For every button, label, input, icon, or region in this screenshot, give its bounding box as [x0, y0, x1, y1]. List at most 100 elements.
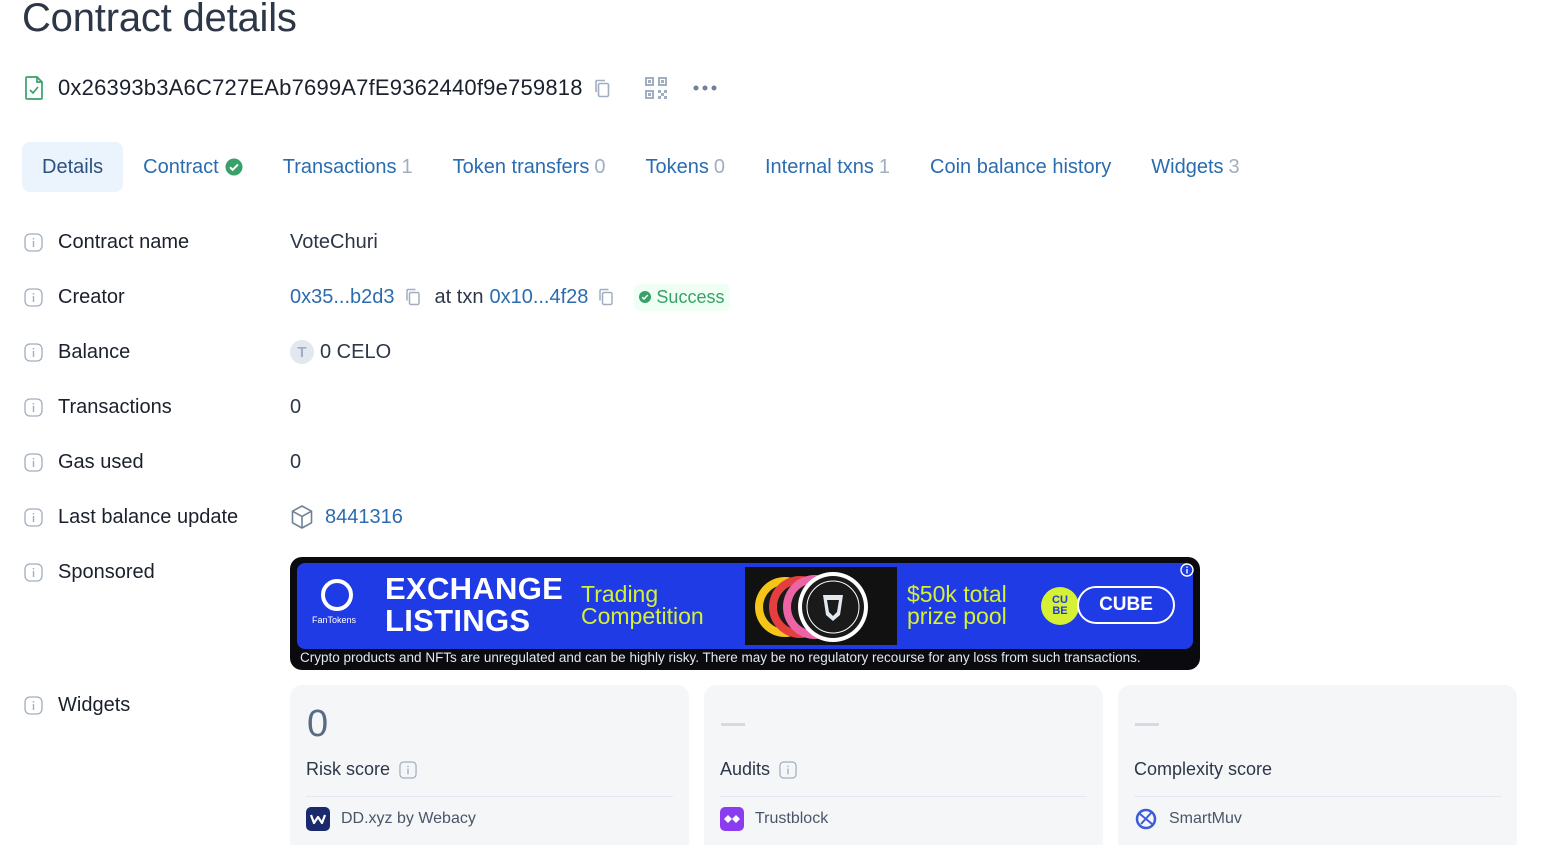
tab-details[interactable]: Details: [22, 142, 124, 192]
tab-count: 0: [713, 155, 725, 178]
creator-value: 0x35...b2d3 at txn 0x10...4f28 Success: [290, 283, 731, 311]
info-icon[interactable]: [24, 397, 43, 417]
tab-transactions[interactable]: Transactions 1: [263, 142, 433, 192]
tab-label: Details: [42, 155, 104, 178]
row-balance: Balance T 0 CELO: [24, 330, 1524, 374]
widget-provider[interactable]: DD.xyz by Webacy: [306, 807, 476, 831]
copy-address-icon[interactable]: [593, 78, 611, 98]
creator-txn-link[interactable]: 0x10...4f28: [489, 286, 588, 309]
empty-value-dash: [1135, 723, 1159, 726]
row-contract-name: Contract name VoteChuri: [24, 220, 1524, 264]
banner-headline: EXCHANGE LISTINGS: [385, 573, 563, 637]
tab-count: 1: [401, 155, 413, 178]
tab-count: 0: [594, 155, 606, 178]
last-balance-update-value: 8441316: [290, 504, 403, 530]
row-label: Transactions: [58, 395, 172, 418]
info-icon[interactable]: [24, 232, 43, 252]
info-icon[interactable]: [399, 760, 417, 779]
info-icon[interactable]: [24, 507, 43, 527]
qr-code-icon[interactable]: [643, 75, 669, 101]
row-label: Sponsored: [58, 560, 155, 583]
row-creator: Creator 0x35...b2d3 at txn 0x10...4f28 S…: [24, 275, 1524, 319]
ad-info-icon[interactable]: [1180, 563, 1194, 577]
empty-value-dash: [721, 723, 745, 726]
success-check-icon: [639, 291, 652, 303]
widget-name: Complexity score: [1134, 759, 1272, 780]
tab-label: Transactions: [282, 155, 397, 178]
divider: [306, 796, 673, 797]
row-gas-used: Gas used 0: [24, 440, 1524, 484]
tab-label: Tokens: [645, 155, 709, 178]
block-cube-icon: [291, 505, 313, 529]
tabs-bar: Details Contract Transactions 1 Token tra…: [22, 142, 1260, 192]
gas-used-value: 0: [290, 450, 302, 473]
token-placeholder-icon: T: [290, 340, 314, 364]
tab-label: Coin balance history: [930, 155, 1112, 178]
widget-name-text: Complexity score: [1134, 759, 1273, 779]
widget-name: Risk score: [306, 759, 417, 780]
logo-ring: [321, 579, 353, 611]
provider-name: SmartMuv: [1169, 810, 1242, 827]
headline-line: LISTINGS: [385, 603, 531, 638]
status-text: Success: [656, 286, 725, 307]
balance-value: T 0 CELO: [290, 340, 391, 364]
info-icon[interactable]: [24, 342, 43, 362]
info-icon[interactable]: [24, 695, 43, 715]
widget-card-audits[interactable]: Audits Trustblock: [704, 685, 1103, 845]
tab-tokens[interactable]: Tokens 0: [625, 142, 745, 192]
widget-name-text: Risk score: [306, 759, 391, 779]
row-label: Last balance update: [58, 505, 239, 528]
subheadline-line: Trading: [581, 581, 659, 607]
provider-name: Trustblock: [755, 810, 829, 827]
copy-icon[interactable]: [598, 288, 614, 306]
copy-icon[interactable]: [405, 288, 421, 306]
widget-value: 0: [307, 703, 329, 745]
headline-line: EXCHANGE: [385, 571, 564, 606]
prize-line: $50k total: [907, 581, 1007, 607]
info-icon[interactable]: [24, 287, 43, 307]
tab-internal-txns[interactable]: Internal txns 1: [745, 142, 910, 192]
cube-logo: CU BE: [1041, 587, 1079, 625]
tab-count: 1: [878, 155, 891, 178]
tab-widgets[interactable]: Widgets 3: [1131, 142, 1259, 192]
fan-token-coins-image: [745, 567, 897, 645]
contract-verified-icon: [25, 76, 43, 100]
contract-name-value: VoteChuri: [290, 230, 378, 253]
banner-ad-area: FanTokens EXCHANGE LISTINGS Trading Comp…: [297, 563, 1193, 649]
more-options-icon[interactable]: [691, 78, 719, 98]
widget-provider[interactable]: SmartMuv: [1134, 807, 1242, 831]
verified-check-icon: [225, 158, 243, 176]
webacy-logo-icon: [306, 807, 330, 831]
widget-name: Audits: [720, 759, 797, 780]
row-label: Widgets: [58, 693, 131, 716]
divider: [720, 796, 1087, 797]
row-label: Balance: [58, 340, 131, 363]
row-transactions: Transactions 0: [24, 385, 1524, 429]
tab-token-transfers[interactable]: Token transfers 0: [433, 142, 626, 192]
widget-name-text: Audits: [720, 759, 771, 779]
brand-text: FanTokens: [311, 615, 357, 625]
row-label: Gas used: [58, 450, 144, 473]
tab-coin-balance-history[interactable]: Coin balance history: [910, 142, 1131, 192]
row-label: Contract name: [58, 230, 190, 253]
cube-logo-line: BE: [1052, 605, 1068, 617]
widget-provider[interactable]: Trustblock: [720, 807, 828, 831]
cube-button[interactable]: CUBE: [1077, 586, 1175, 624]
info-icon[interactable]: [24, 562, 43, 582]
widget-card-complexity-score[interactable]: Complexity score SmartMuv: [1118, 685, 1517, 845]
smartmuv-logo-icon: [1134, 807, 1158, 831]
prize-line: prize pool: [907, 603, 1007, 629]
fantokens-logo: FanTokens: [312, 579, 359, 633]
creator-address-link[interactable]: 0x35...b2d3: [290, 286, 395, 309]
info-icon[interactable]: [779, 760, 797, 779]
tab-contract[interactable]: Contract: [123, 142, 263, 192]
widget-card-risk-score[interactable]: 0 Risk score DD.xyz by Webacy: [290, 685, 689, 845]
at-txn-text: at txn: [434, 285, 484, 308]
block-number-link[interactable]: 8441316: [325, 506, 403, 529]
sponsored-banner[interactable]: FanTokens EXCHANGE LISTINGS Trading Comp…: [290, 557, 1200, 670]
tab-label: Internal txns: [764, 155, 874, 178]
balance-amount: 0 CELO: [320, 340, 392, 363]
transactions-value: 0: [290, 395, 302, 418]
info-icon[interactable]: [24, 452, 43, 472]
banner-disclaimer: Crypto products and NFTs are unregulated…: [300, 650, 1141, 665]
